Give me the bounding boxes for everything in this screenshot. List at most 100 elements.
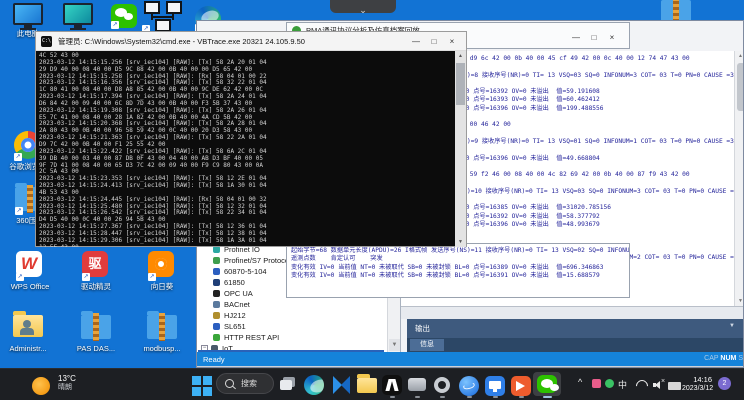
shortcut-arrow-icon: ↗	[14, 153, 22, 161]
desktop-icon-remote-pc[interactable]	[52, 3, 104, 30]
tray-chevron-up[interactable]: ^	[578, 377, 582, 387]
screen-widget-bar[interactable]: ⌄	[330, 0, 396, 15]
start-button[interactable]	[192, 376, 214, 398]
desktop-icon-network-tool[interactable]: ↗	[136, 1, 188, 33]
tree-item[interactable]: 60870-5-104	[213, 266, 267, 277]
desktop-icon-wps[interactable]: W ↗ WPS Office	[4, 251, 56, 291]
wechat-icon	[537, 375, 559, 393]
weather-temp: 13°C	[58, 374, 76, 383]
wifi-icon[interactable]	[633, 377, 651, 395]
protocol-icon	[213, 268, 220, 275]
desktop-icon-pas-das[interactable]: PAS DAS...	[70, 311, 122, 353]
taskbar-explorer-icon[interactable]	[357, 374, 379, 400]
tree-item[interactable]: OPC UA	[213, 288, 253, 299]
cmd-titlebar[interactable]: C:\ 管理员: C:\Windows\System32\cmd.exe - V…	[36, 32, 466, 51]
taskbar-quark-icon[interactable]	[459, 376, 481, 398]
status-bar: Ready CAP NUM SCRL	[197, 352, 743, 366]
taskbar-settings-icon[interactable]	[434, 377, 456, 399]
tab-info[interactable]: 信息	[410, 339, 444, 351]
frame-detail-popup: 起始字节=68 数据单元长度(APDU)=26 I格式帧 发送序号(NS)=11…	[286, 243, 630, 298]
scroll-up-arrow[interactable]: ▲	[736, 51, 743, 61]
taskbar-wechat-active[interactable]	[533, 372, 561, 396]
battery-icon[interactable]	[668, 382, 681, 390]
tree-item[interactable]: HJ212	[213, 310, 246, 321]
taskbar-capcut-icon[interactable]	[382, 375, 404, 397]
this-pc-icon	[13, 3, 43, 30]
notification-badge[interactable]: 2	[718, 377, 731, 390]
chevron-down-icon: ⌄	[359, 5, 367, 15]
protocol-icon	[213, 257, 220, 264]
shortcut-arrow-icon: ↗	[16, 273, 24, 281]
shortcut-arrow-icon: ↗	[111, 21, 119, 29]
protocol-icon	[213, 290, 220, 297]
desktop-icon-modbus[interactable]: modbusp...	[136, 311, 188, 353]
tray-wechat-icon[interactable]	[605, 379, 614, 388]
output-panel-header: 输出 ▼	[407, 319, 743, 338]
task-view-button[interactable]	[280, 377, 302, 399]
protocol-icon	[213, 334, 220, 341]
search-placeholder: 搜索	[241, 379, 257, 388]
teal-monitor-icon	[63, 3, 93, 30]
desktop-icon-administrator[interactable]: Administr...	[2, 311, 54, 353]
status-ready: Ready	[203, 355, 225, 364]
protocol-icon	[213, 312, 220, 319]
weather-widget[interactable]: 13°C 晴朗	[58, 374, 76, 392]
minimize-button[interactable]: —	[567, 30, 585, 46]
tree-item[interactable]: BACnet	[213, 299, 250, 310]
scroll-down-arrow[interactable]: ▼	[736, 296, 743, 306]
weather-condition: 晴朗	[58, 384, 72, 391]
network-topology-icon: ↗	[142, 1, 182, 33]
desktop-icon-sunflower[interactable]: ↗ 向日葵	[136, 251, 188, 291]
cmd-scrollbar[interactable]: ▲ ▼	[455, 51, 466, 247]
taskbar-orange-app-icon[interactable]	[511, 376, 533, 398]
cmd-icon: C:\	[41, 36, 52, 47]
scroll-down-arrow[interactable]: ▼	[455, 237, 466, 247]
clock-date: 2023/3/12	[682, 385, 714, 392]
tree-item-label: BACnet	[224, 300, 250, 309]
scrollbar-thumb[interactable]	[456, 63, 465, 105]
icon-label: PAS DAS...	[76, 344, 116, 353]
tree-item[interactable]: HTTP REST API	[213, 332, 279, 343]
ime-indicator[interactable]: 中	[618, 378, 627, 391]
tree-item-label: Profinet/S7 Protocol	[224, 256, 291, 265]
protocol-icon	[213, 279, 220, 286]
status-scrl: SCRL	[738, 355, 743, 362]
frame-detail-line: 遥测点数 肯定认可 突发	[291, 255, 383, 263]
zip-folder-icon	[81, 311, 111, 341]
tree-item-label: HTTP REST API	[224, 333, 280, 342]
taskbar-code-app-icon[interactable]	[331, 376, 353, 398]
panel-dropdown-icon[interactable]: ▼	[729, 323, 735, 329]
maximize-button[interactable]: □	[585, 30, 603, 46]
scroll-down-arrow[interactable]: ▼	[389, 339, 400, 351]
tree-item[interactable]: 61850	[213, 277, 245, 288]
protocol-icon	[213, 323, 220, 330]
cmd-window: C:\ 管理员: C:\Windows\System32\cmd.exe - V…	[35, 31, 467, 247]
tree-item[interactable]: SL651	[213, 321, 246, 332]
taskbar-edge-icon[interactable]	[304, 375, 326, 397]
minimize-button[interactable]: —	[407, 34, 425, 50]
search-icon-handle	[232, 385, 236, 390]
desktop-icon-driver-genius[interactable]: 驱 ↗ 驱动精灵	[70, 251, 122, 291]
scrollbar-thumb[interactable]	[736, 63, 743, 111]
taskbar-clock[interactable]: 14:16 2023/3/12	[682, 375, 714, 393]
tree-item[interactable]: Profinet/S7 Protocol	[213, 255, 291, 266]
taskbar-pc-manager-icon[interactable]	[485, 376, 507, 398]
maximize-button[interactable]: □	[425, 34, 443, 50]
weather-icon[interactable]	[32, 377, 50, 395]
icon-label: modbusp...	[143, 344, 181, 353]
log-scrollbar[interactable]: ▲ ▼	[734, 51, 743, 306]
frame-detail-line: 变化有效 IV=0 当前值 NT=0 未被取代 SB=0 未被封锁 BL=0 点…	[291, 271, 600, 279]
cmd-output-line: 9F 7D 41 00 08 40 00 65 D3 7C 42 00 09 4…	[39, 161, 263, 169]
close-button[interactable]: ×	[603, 30, 621, 46]
close-button[interactable]: ×	[443, 34, 461, 50]
tray-app-icon[interactable]	[592, 379, 601, 388]
scroll-up-arrow[interactable]: ▲	[455, 51, 466, 61]
tree-item-label: SL651	[224, 322, 246, 331]
window-controls: — □ ×	[567, 30, 621, 46]
output-panel-title: 输出	[415, 324, 430, 333]
clock-time: 14:16	[693, 375, 712, 384]
panel-divider	[401, 306, 743, 319]
desktop: 此电脑 ↗ ↗ ↗ 谷歌浏览器 ↗ 360压缩 W ↗ WPS Office 驱…	[0, 0, 744, 400]
desktop-icon-zip-topright[interactable]	[650, 0, 702, 26]
search-box[interactable]: 搜索	[216, 373, 274, 394]
